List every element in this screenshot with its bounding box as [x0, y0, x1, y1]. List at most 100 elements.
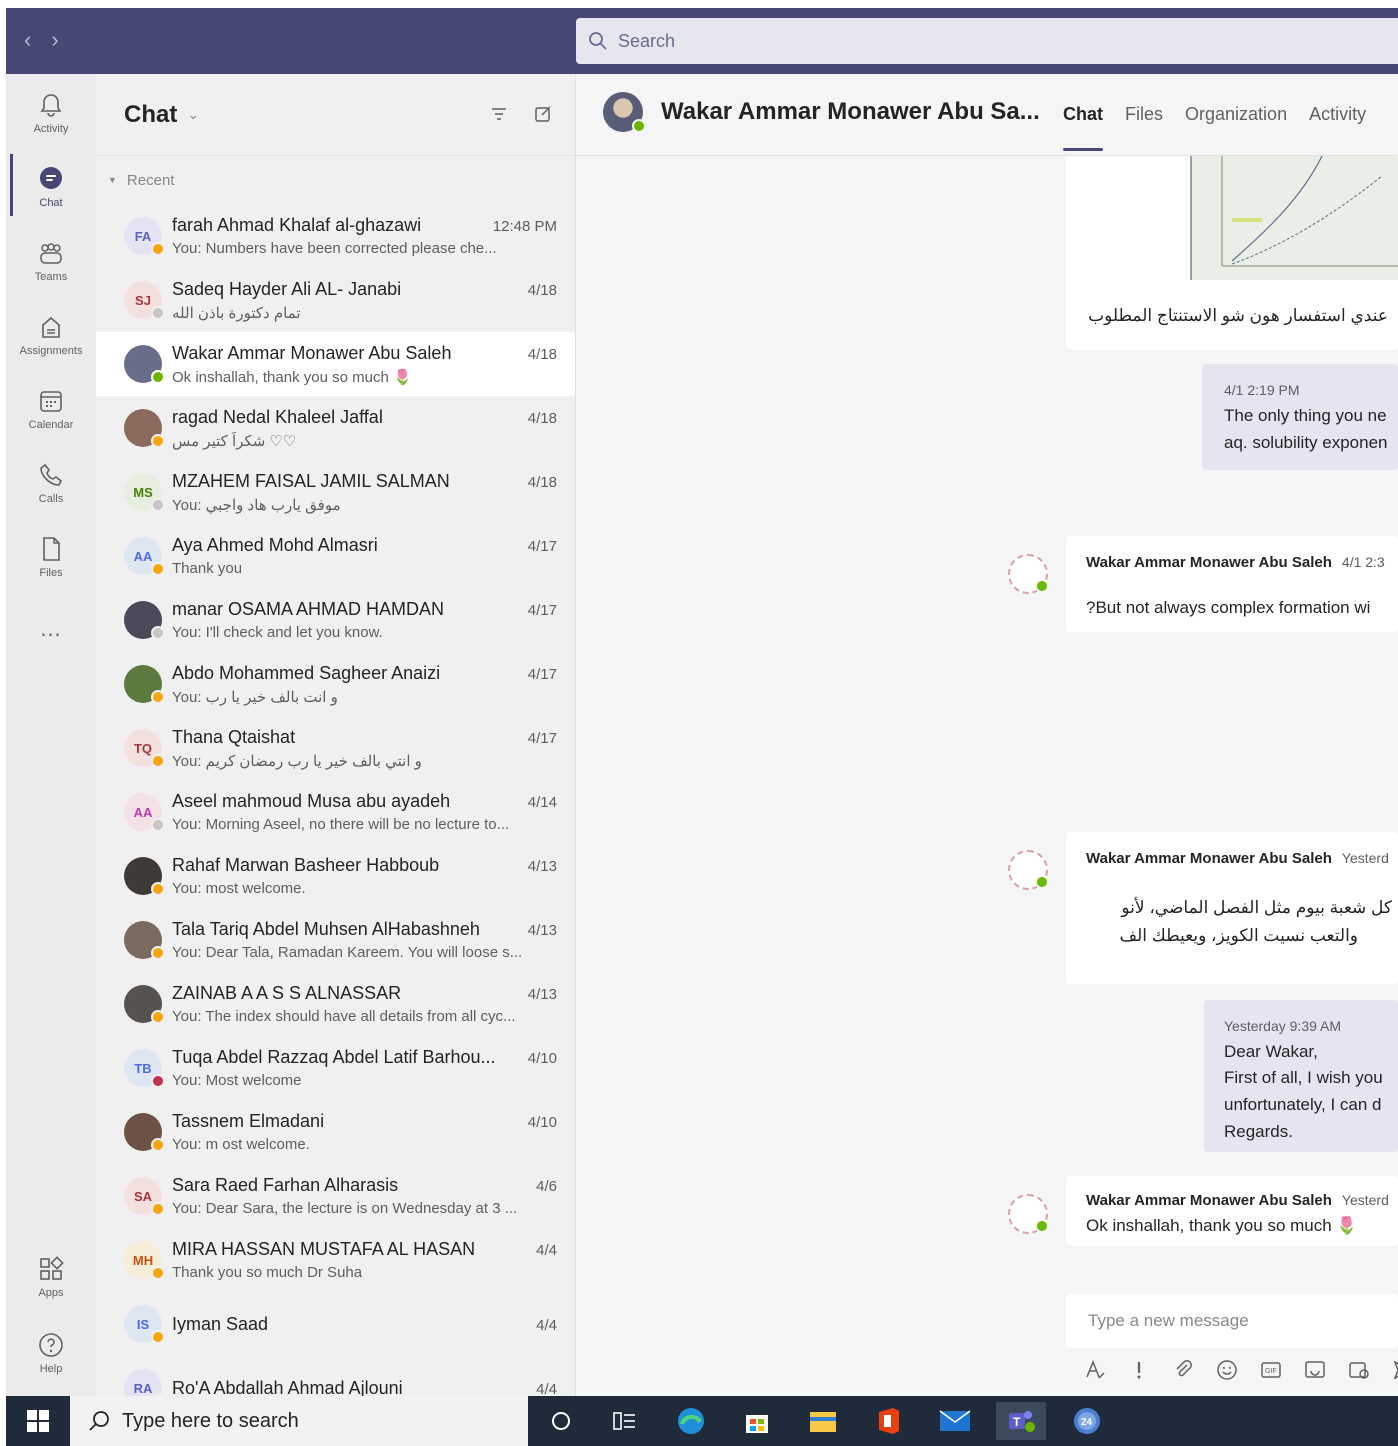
chat-list-item[interactable]: SJ Sadeq Hayder Ali AL- Janabi 4/18 تمام دك… [96, 268, 575, 332]
avatar[interactable]: SA [124, 1177, 165, 1216]
presence-status-icon [151, 626, 165, 640]
chat-list-item[interactable]: ragad Nedal Khaleel Jaffal 4/18 شكراً كتير… [96, 396, 575, 460]
sender-avatar[interactable] [1008, 850, 1049, 890]
chat-item-preview: You: most welcome. [172, 880, 306, 897]
chat-list-item[interactable]: ZAINAB A A S S ALNASSAR 4/13 You: The inde… [96, 972, 575, 1036]
rail-item-activity[interactable]: Activity [6, 78, 96, 148]
compose-box[interactable] [1066, 1294, 1398, 1348]
message-received[interactable]: Wakar Ammar Monawer Abu Saleh Yesterd كل … [1066, 832, 1398, 984]
edge-browser-icon[interactable] [666, 1402, 716, 1440]
chat-item-name: Wakar Ammar Monawer Abu Saleh [172, 342, 452, 363]
search-box[interactable]: Search [576, 18, 1398, 64]
office-icon[interactable] [864, 1402, 914, 1440]
filter-icon[interactable] [489, 104, 509, 124]
avatar[interactable]: IS [124, 1305, 165, 1344]
chat-list-title[interactable]: Chat [124, 101, 177, 129]
rail-item-more[interactable]: ... [6, 594, 96, 664]
message-sent[interactable]: Yesterday 9:39 AM Dear Wakar, First of a… [1204, 1000, 1398, 1152]
rail-item-assignments[interactable]: Assignments [6, 300, 96, 370]
task-view-icon[interactable] [600, 1402, 650, 1440]
forward-arrow-icon[interactable]: › [51, 28, 58, 52]
rail-item-chat[interactable]: Chat [6, 152, 96, 222]
chat-list-item[interactable]: TB Tuqa Abdel Razzaq Abdel Latif Barhou..… [96, 1036, 575, 1100]
rail-item-teams[interactable]: Teams [6, 226, 96, 296]
avatar[interactable]: AA [124, 537, 165, 576]
avatar[interactable] [124, 345, 165, 384]
avatar[interactable] [124, 985, 165, 1024]
zoom-taskbar-icon[interactable]: 24 [1062, 1402, 1112, 1440]
chat-item-header: manar OSAMA AHMAD HAMDAN 4/17 [172, 599, 557, 620]
avatar[interactable]: RA [124, 1369, 165, 1396]
cortana-icon[interactable] [536, 1402, 586, 1440]
chevron-down-icon[interactable]: ⌄ [187, 106, 199, 123]
conversation-avatar[interactable] [603, 92, 646, 133]
back-arrow-icon[interactable]: ‹ [24, 28, 31, 52]
chat-list-item[interactable]: AA Aya Ahmed Mohd Almasri 4/17 Thank you [96, 524, 575, 588]
chat-list-item[interactable]: RA Ro'A Abdallah Ahmad Ajlouni 4/4 [96, 1356, 575, 1396]
avatar[interactable] [124, 1113, 165, 1152]
format-icon[interactable] [1083, 1358, 1107, 1382]
message-input[interactable] [1088, 1311, 1388, 1331]
store-icon[interactable] [732, 1402, 782, 1440]
emoji-icon[interactable] [1215, 1358, 1239, 1382]
chat-list-item[interactable]: Tala Tariq Abdel Muhsen AlHabashneh 4/13 Y… [96, 908, 575, 972]
important-icon[interactable] [1127, 1358, 1151, 1382]
chat-list-item[interactable]: Abdo Mohammed Sagheer Anaizi 4/17 You: و ا… [96, 652, 575, 716]
avatar[interactable]: TB [124, 1049, 165, 1088]
file-explorer-icon[interactable] [798, 1402, 848, 1440]
avatar[interactable]: MS [124, 473, 165, 512]
avatar[interactable]: SJ [124, 281, 165, 320]
tab-chat[interactable]: Chat [1063, 104, 1103, 151]
teams-taskbar-icon[interactable]: T [996, 1402, 1046, 1440]
chat-item-time: 4/14 [527, 794, 557, 811]
tab-activity[interactable]: Activity [1309, 104, 1366, 125]
rail-item-calendar[interactable]: Calendar [6, 374, 96, 444]
chat-list-item[interactable]: TQ Thana Qtaishat 4/17 You: و انتي بالف خير… [96, 716, 575, 780]
chat-list-item[interactable]: MS MZAHEM FAISAL JAMIL SALMAN 4/18 You: موف… [96, 460, 575, 524]
avatar[interactable] [124, 601, 165, 640]
attach-icon[interactable] [1171, 1358, 1195, 1382]
chat-list-item[interactable]: Tassnem Elmadani 4/10 You: m ost welcome. [96, 1100, 575, 1164]
rail-item-help[interactable]: Help [6, 1318, 96, 1388]
avatar[interactable]: AA [124, 793, 165, 832]
gif-icon[interactable]: GIF [1259, 1358, 1283, 1382]
chat-list-item[interactable]: FA farah Ahmad Khalaf al-ghazawi 12:48 PM Y… [96, 204, 575, 268]
chat-list-item[interactable]: SA Sara Raed Farhan Alharasis 4/6 You: Dear… [96, 1164, 575, 1228]
rail-item-apps[interactable]: Apps [6, 1242, 96, 1312]
chat-list-item[interactable]: Rahaf Marwan Basheer Habboub 4/13 You: mos… [96, 844, 575, 908]
chat-list-item[interactable]: manar OSAMA AHMAD HAMDAN 4/17 You: I'll ch… [96, 588, 575, 652]
attached-graph-image[interactable] [1190, 156, 1398, 280]
send-icon[interactable] [1391, 1358, 1398, 1382]
avatar[interactable] [124, 921, 165, 960]
rail-item-files[interactable]: Files [6, 522, 96, 592]
rail-item-calls[interactable]: Calls [6, 448, 96, 518]
chat-list-item[interactable]: IS Iyman Saad 4/4 [96, 1292, 575, 1356]
chat-item-name: Ro'A Abdallah Ahmad Ajlouni [172, 1377, 403, 1397]
avatar[interactable]: MH [124, 1241, 165, 1280]
sticker-icon[interactable] [1303, 1358, 1327, 1382]
avatar[interactable] [124, 857, 165, 896]
chat-list-item[interactable]: Wakar Ammar Monawer Abu Saleh 4/18 Ok insh… [96, 332, 575, 396]
tab-organization[interactable]: Organization [1185, 104, 1287, 125]
mail-icon[interactable] [930, 1402, 980, 1440]
meet-icon[interactable] [1347, 1358, 1371, 1382]
message-received[interactable]: عندي استفسار هون شو الاستنتاج المطلوب [1066, 156, 1398, 350]
taskbar-search-input[interactable] [122, 1409, 502, 1433]
avatar[interactable] [124, 409, 165, 448]
tab-files[interactable]: Files [1125, 104, 1163, 125]
avatar[interactable]: TQ [124, 729, 165, 768]
avatar[interactable]: FA [124, 217, 165, 256]
new-chat-icon[interactable] [533, 104, 553, 124]
chat-item-time: 4/17 [527, 665, 557, 683]
recent-section-header[interactable]: ▼ Recent [96, 156, 575, 204]
windows-start-icon[interactable] [6, 1396, 70, 1446]
chat-list-item[interactable]: MH MIRA HASSAN MUSTAFA AL HASAN 4/4 Thank y… [96, 1228, 575, 1292]
message-received[interactable]: Wakar Ammar Monawer Abu Saleh Yesterd Ok … [1066, 1176, 1398, 1246]
avatar[interactable] [124, 665, 165, 704]
taskbar-search[interactable] [70, 1396, 528, 1446]
chat-list-item[interactable]: AA Aseel mahmoud Musa abu ayadeh 4/14 You: … [96, 780, 575, 844]
sender-avatar[interactable] [1008, 554, 1049, 594]
message-sent[interactable]: 4/1 2:19 PM The only thing you ne aq. so… [1202, 364, 1398, 470]
sender-avatar[interactable] [1008, 1194, 1049, 1234]
message-received[interactable]: Wakar Ammar Monawer Abu Saleh 4/1 2:3 ?Bu… [1066, 536, 1398, 632]
